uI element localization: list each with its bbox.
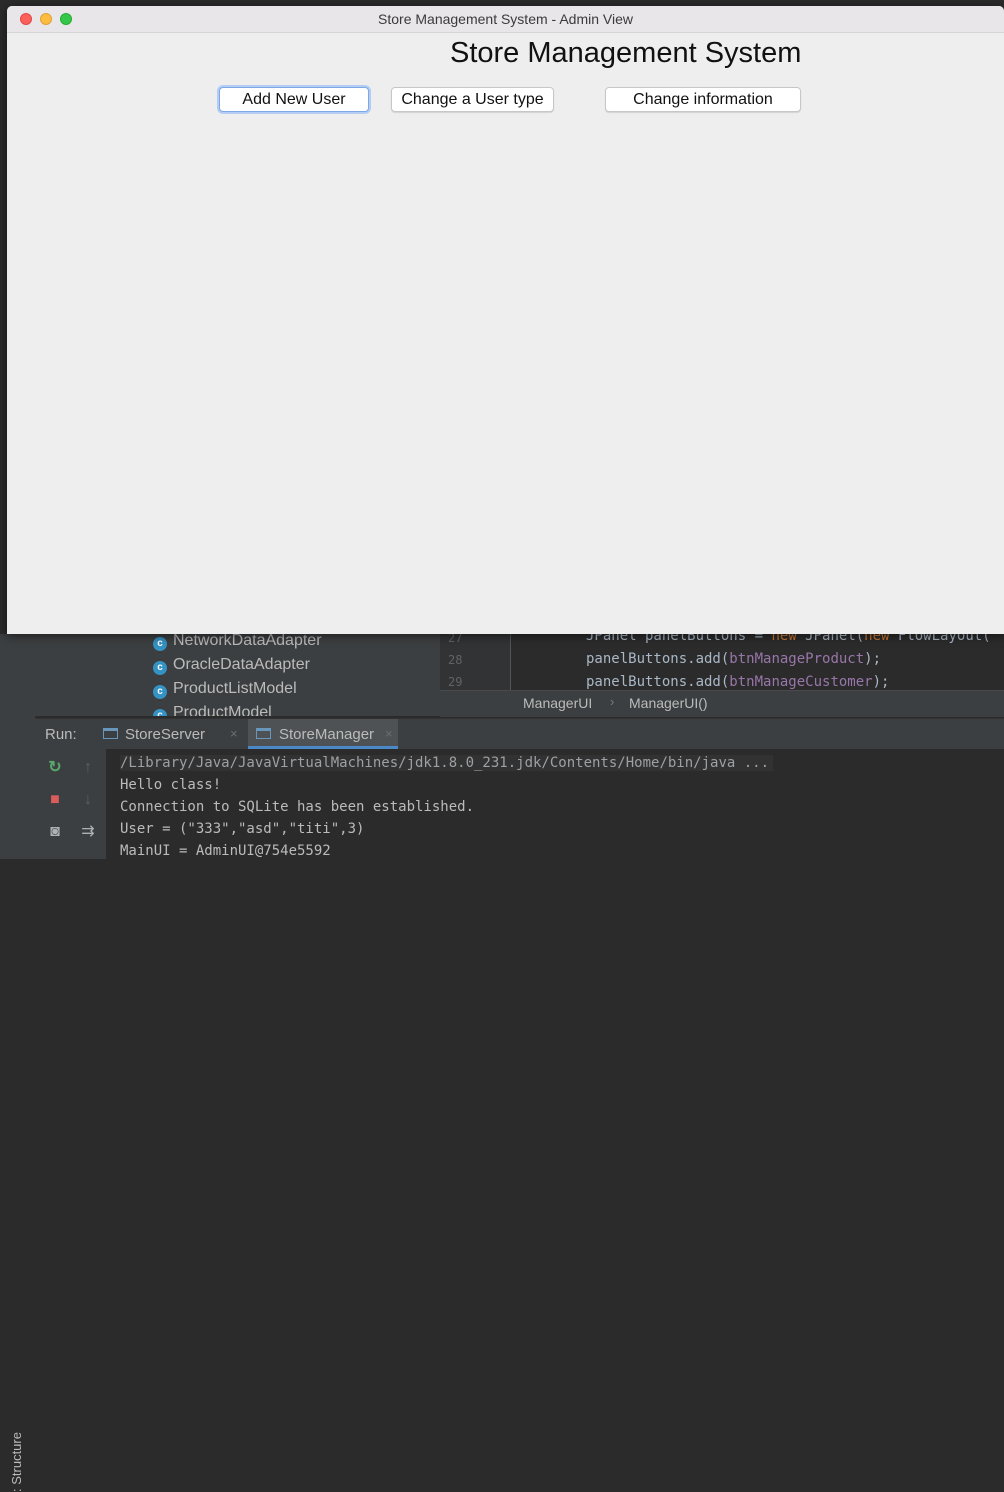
- code-text: JPanel panelButtons =: [586, 634, 772, 644]
- page-title: Store Management System: [450, 37, 802, 69]
- run-tool-window-header: Run: StoreServer × StoreManager ×: [35, 718, 1004, 750]
- add-new-user-button[interactable]: Add New User: [219, 87, 369, 112]
- code-text: );: [864, 651, 882, 667]
- change-information-button[interactable]: Change information: [605, 87, 801, 112]
- run-label: Run:: [45, 726, 77, 743]
- console-line: MainUI = AdminUI@754e5592: [120, 843, 331, 859]
- console-line: Connection to SQLite has been establishe…: [120, 799, 475, 815]
- breadcrumb-class[interactable]: ManagerUI: [523, 695, 592, 711]
- down-arrow-icon[interactable]: ↓: [79, 792, 97, 808]
- tree-item-label: NetworkDataAdapter: [173, 634, 322, 649]
- console-output[interactable]: /Library/Java/JavaVirtualMachines/jdk1.8…: [106, 749, 1004, 859]
- code-line: panelButtons.add(btnManageProduct);: [586, 651, 881, 667]
- class-icon: c: [153, 637, 167, 651]
- code-text: JPanel(: [796, 634, 865, 644]
- tree-item-productlistmodel[interactable]: c ProductListModel: [153, 680, 297, 700]
- window-title: Store Management System - Admin View: [378, 11, 633, 27]
- class-icon: c: [153, 661, 167, 675]
- console-line: /Library/Java/JavaVirtualMachines/jdk1.8…: [120, 755, 774, 771]
- breadcrumb-separator: ›: [610, 694, 615, 709]
- camera-icon[interactable]: ◙: [46, 824, 64, 840]
- soft-wrap-icon[interactable]: ⇉: [79, 824, 97, 840]
- structure-side-tab[interactable]: : Structure: [9, 1432, 24, 1492]
- code-field: btnManageCustomer: [729, 674, 873, 690]
- code-keyword: new: [771, 634, 797, 644]
- change-user-type-button[interactable]: Change a User type: [391, 87, 554, 112]
- close-icon[interactable]: ×: [385, 726, 393, 741]
- tab-storeserver[interactable]: StoreServer ×: [97, 719, 247, 749]
- tree-item-label: ProductModel: [173, 704, 272, 716]
- project-tree: c NetworkDataAdapter c OracleDataAdapter c…: [35, 634, 440, 716]
- tree-item-oracledataadapter[interactable]: c OracleDataAdapter: [153, 656, 310, 676]
- stop-icon[interactable]: ■: [46, 792, 64, 808]
- console-line: Hello class!: [120, 777, 222, 793]
- up-arrow-icon[interactable]: ↑: [79, 760, 97, 776]
- run-toolbar: ↻ ↑ ■ ↓ ◙ ⇉: [35, 749, 107, 859]
- editor-breadcrumb: ManagerUI › ManagerUI(): [440, 690, 1004, 717]
- tree-item-networkdataadapter[interactable]: c NetworkDataAdapter: [153, 634, 322, 652]
- tree-item-label: ProductListModel: [173, 680, 297, 697]
- window-titlebar[interactable]: Store Management System - Admin View: [7, 6, 1004, 33]
- ide-left-tool-strip: : Structure: [0, 634, 36, 1492]
- code-text: );: [872, 674, 890, 690]
- tab-label: StoreManager: [279, 726, 375, 743]
- admin-view-window: Store Management System - Admin View Sto…: [7, 6, 1004, 634]
- console-window-icon: [103, 728, 118, 739]
- console-line: User = ("333","asd","titi",3): [120, 821, 365, 837]
- line-number: 27: [448, 634, 463, 645]
- tree-item-label: OracleDataAdapter: [173, 656, 310, 673]
- code-keyword: new: [864, 634, 890, 644]
- tab-label: StoreServer: [125, 726, 206, 743]
- tab-storemanager[interactable]: StoreManager ×: [248, 719, 398, 749]
- code-field: btnManageProduct: [729, 651, 865, 667]
- line-number: 28: [448, 653, 463, 667]
- tree-item-productmodel[interactable]: c ProductModel: [153, 704, 272, 716]
- line-number: 29: [448, 675, 463, 689]
- code-text: panelButtons.add(: [586, 651, 730, 667]
- class-icon: c: [153, 685, 167, 699]
- code-line: panelButtons.add(btnManageCustomer);: [586, 674, 889, 690]
- code-line: JPanel panelButtons = new JPanel(new Flo…: [586, 634, 991, 644]
- console-window-icon: [256, 728, 271, 739]
- code-text: FlowLayout(: [889, 634, 991, 644]
- rerun-icon[interactable]: ↻: [46, 760, 64, 776]
- code-text: panelButtons.add(: [586, 674, 730, 690]
- close-icon[interactable]: ×: [230, 726, 238, 741]
- class-icon: c: [153, 709, 167, 716]
- breadcrumb-method[interactable]: ManagerUI(): [629, 695, 708, 711]
